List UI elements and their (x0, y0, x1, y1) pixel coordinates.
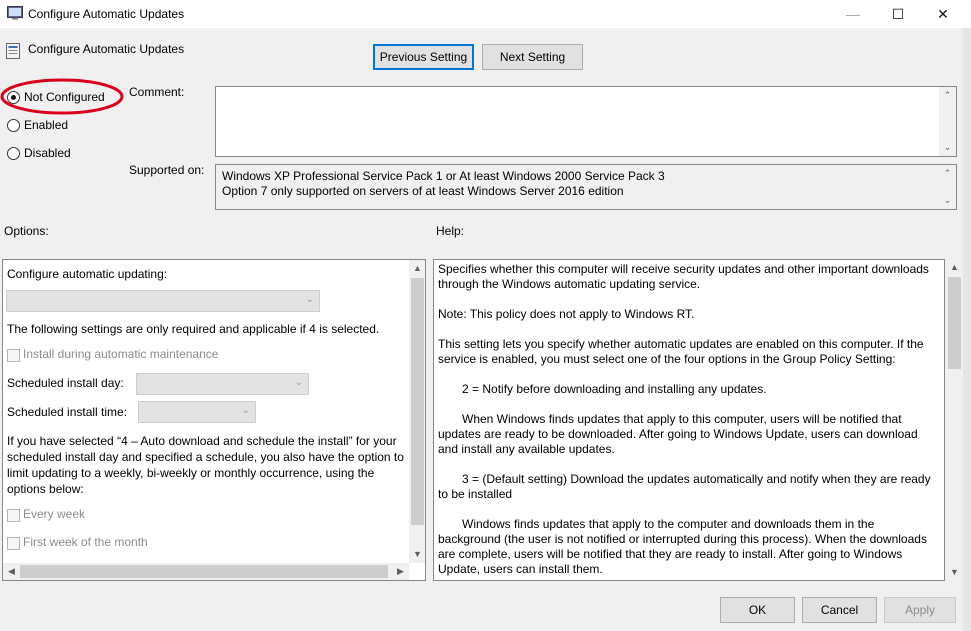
scroll-right-icon[interactable]: ▶ (392, 563, 409, 580)
radio-label: Enabled (24, 118, 69, 132)
every-week-label: Every week (23, 507, 86, 521)
next-setting-button[interactable]: Next Setting (482, 44, 583, 70)
configure-updating-dropdown[interactable]: ⌄ (6, 290, 320, 312)
first-week-label: First week of the month (23, 535, 148, 549)
configure-updating-label: Configure automatic updating: (7, 267, 168, 281)
scroll-up-icon[interactable]: ▲ (946, 259, 963, 276)
options-panel: Configure automatic updating: ⌄ The foll… (2, 259, 426, 581)
options-vertical-scrollbar[interactable]: ▲ ▼ (409, 260, 425, 563)
scroll-down-icon[interactable]: ⌄ (939, 192, 956, 209)
install-day-dropdown[interactable]: ⌄ (136, 373, 309, 395)
supported-scrollbar[interactable]: ⌃ ⌄ (939, 165, 956, 209)
policy-title: Configure Automatic Updates (28, 42, 185, 56)
scroll-thumb[interactable] (948, 277, 961, 369)
previous-setting-button[interactable]: Previous Setting (373, 44, 474, 70)
scroll-thumb[interactable] (20, 565, 388, 578)
policy-editor-icon (7, 6, 23, 20)
scroll-down-icon[interactable]: ⌄ (939, 139, 956, 156)
help-paragraph: Note: This policy does not apply to Wind… (438, 307, 695, 321)
supported-on-box: Windows XP Professional Service Pack 1 o… (215, 164, 957, 210)
install-time-label: Scheduled install time: (7, 405, 128, 419)
ok-button[interactable]: OK (720, 597, 795, 623)
help-paragraph: Windows finds updates that apply to the … (438, 517, 927, 576)
help-paragraph: 2 = Notify before downloading and instal… (462, 382, 767, 396)
window-edge (963, 28, 971, 631)
scroll-up-icon[interactable]: ⌃ (939, 165, 956, 182)
install-maintenance-checkbox[interactable] (7, 349, 20, 362)
scroll-thumb[interactable] (411, 278, 424, 525)
policy-setting-icon (6, 43, 20, 59)
window-title: Configure Automatic Updates (28, 7, 185, 21)
help-label: Help: (436, 224, 465, 238)
supported-line: Option 7 only supported on servers of at… (222, 184, 624, 198)
chevron-down-icon: ⌄ (305, 294, 314, 305)
supported-on-label: Supported on: (129, 163, 205, 177)
install-maintenance-label: Install during automatic maintenance (23, 347, 219, 361)
comment-label: Comment: (129, 85, 185, 99)
options-label: Options: (4, 224, 49, 238)
maximize-button[interactable]: ☐ (875, 0, 921, 28)
help-paragraph: This setting lets you specify whether au… (438, 337, 924, 366)
schedule-description: If you have selected “4 – Auto download … (7, 434, 404, 496)
minimize-button[interactable]: — (830, 0, 876, 28)
scroll-left-icon[interactable]: ◀ (3, 563, 20, 580)
close-button[interactable]: ✕ (920, 0, 966, 28)
apply-button[interactable]: Apply (884, 597, 956, 623)
radio-indicator[interactable] (7, 147, 20, 160)
help-text: Specifies whether this computer will rec… (438, 262, 938, 580)
options-horizontal-scrollbar[interactable]: ◀ ▶ (3, 563, 409, 580)
help-paragraph: Specifies whether this computer will rec… (438, 262, 929, 291)
scroll-down-icon[interactable]: ▼ (946, 564, 963, 581)
help-vertical-scrollbar[interactable]: ▲ ▼ (946, 259, 963, 581)
scroll-up-icon[interactable]: ⌃ (939, 87, 956, 104)
install-day-label: Scheduled install day: (7, 376, 124, 390)
cancel-button[interactable]: Cancel (802, 597, 877, 623)
help-paragraph: 3 = (Default setting) Download the updat… (438, 472, 931, 501)
radio-indicator[interactable] (7, 119, 20, 132)
comment-textarea[interactable]: ⌃ ⌄ (215, 86, 957, 157)
supported-line: Windows XP Professional Service Pack 1 o… (222, 169, 665, 183)
scroll-down-icon[interactable]: ▼ (409, 546, 425, 563)
every-week-checkbox[interactable] (7, 509, 20, 522)
scroll-up-icon[interactable]: ▲ (409, 260, 425, 277)
help-paragraph: When Windows finds updates that apply to… (438, 412, 918, 456)
help-panel: Specifies whether this computer will rec… (433, 259, 945, 581)
chevron-down-icon: ⌄ (294, 377, 303, 388)
install-time-dropdown[interactable]: ⌄ (138, 401, 256, 423)
first-week-checkbox[interactable] (7, 537, 20, 550)
settings-note: The following settings are only required… (7, 322, 380, 336)
highlight-annotation (0, 78, 124, 115)
comment-scrollbar[interactable]: ⌃ ⌄ (939, 87, 956, 156)
radio-label: Disabled (24, 146, 71, 160)
chevron-down-icon: ⌄ (241, 405, 250, 416)
